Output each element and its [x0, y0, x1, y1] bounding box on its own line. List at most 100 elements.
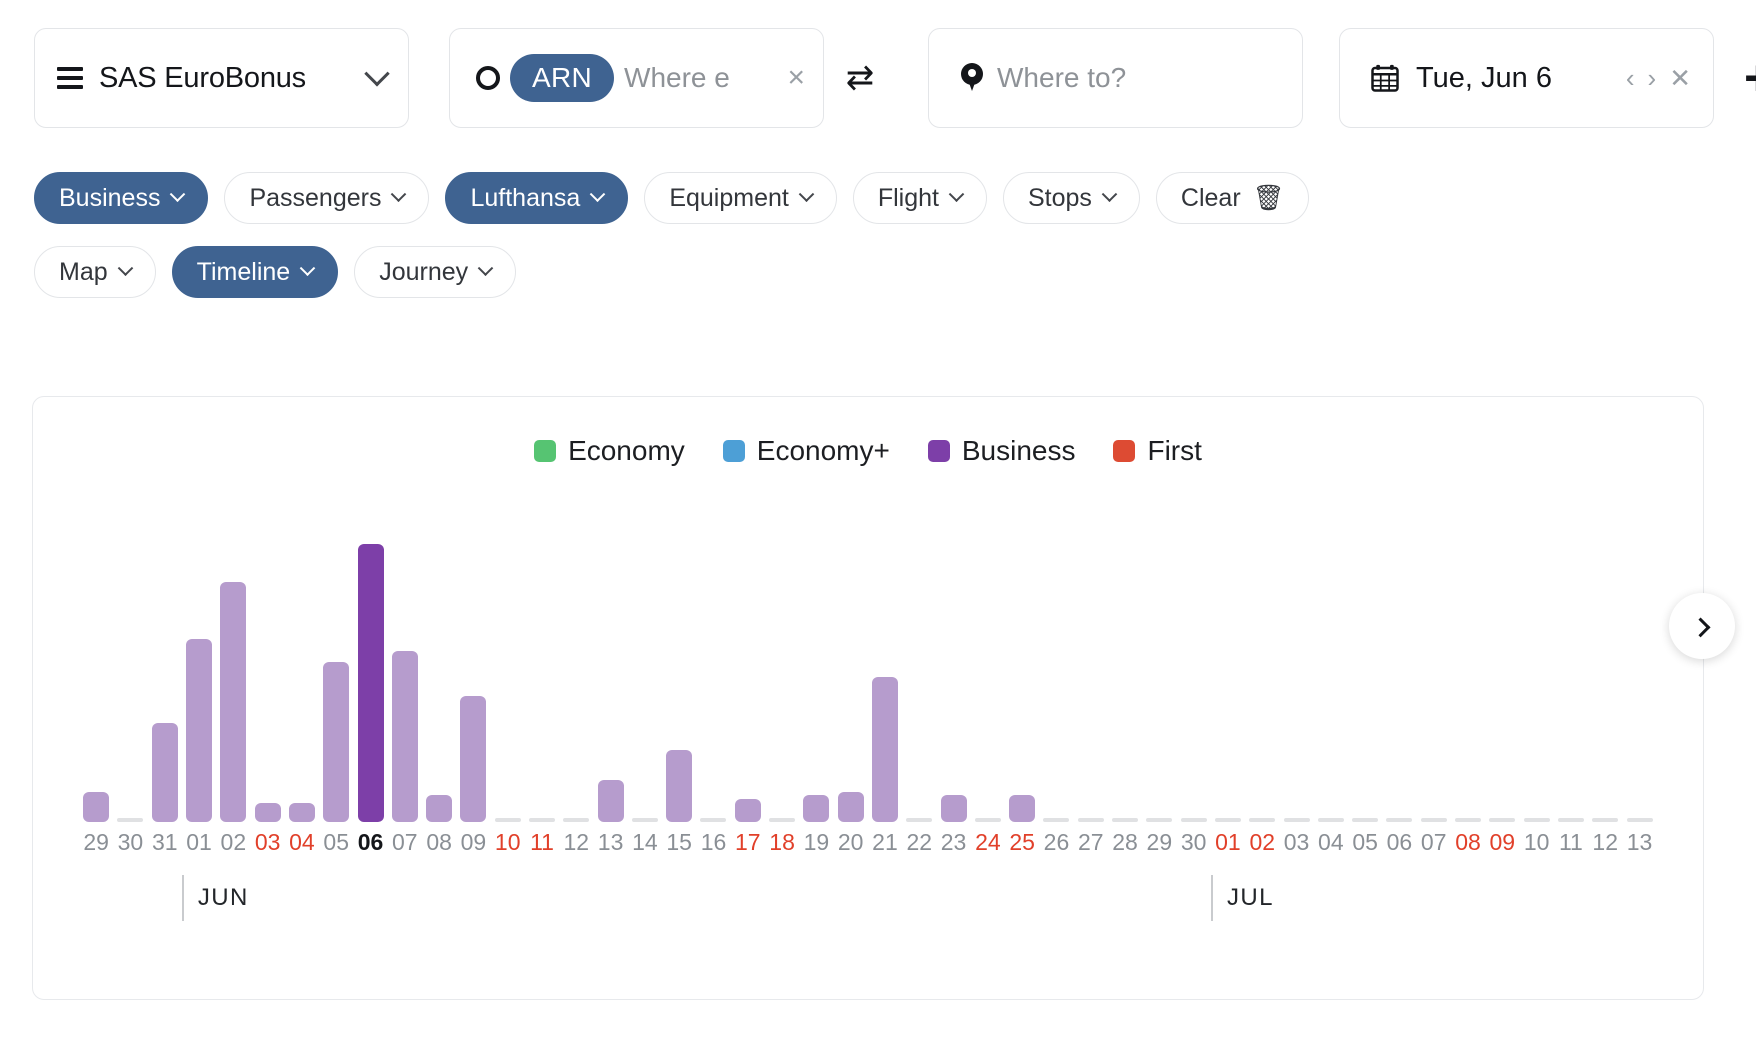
x-axis-tick[interactable]: 10	[491, 829, 525, 856]
bar-slot[interactable]	[1211, 527, 1245, 822]
bar-slot[interactable]	[1142, 527, 1176, 822]
bar-slot[interactable]	[1588, 527, 1622, 822]
date-prev-icon[interactable]: ‹	[1626, 65, 1635, 91]
x-axis-tick[interactable]: 18	[765, 829, 799, 856]
bar[interactable]	[597, 780, 624, 822]
bar[interactable]	[1146, 818, 1173, 822]
x-axis-tick[interactable]: 29	[1142, 829, 1176, 856]
swap-icon[interactable]: ⇄	[828, 61, 892, 95]
bar-slot[interactable]	[456, 527, 490, 822]
bar-slot[interactable]	[285, 527, 319, 822]
bar[interactable]	[1352, 818, 1379, 822]
bar-slot[interactable]	[1074, 527, 1108, 822]
date-clear-icon[interactable]: ✕	[1669, 65, 1691, 91]
bar[interactable]	[803, 795, 830, 822]
x-axis-tick[interactable]: 12	[559, 829, 593, 856]
x-axis-tick[interactable]: 21	[868, 829, 902, 856]
x-axis-tick[interactable]: 26	[1039, 829, 1073, 856]
x-axis-tick[interactable]: 03	[250, 829, 284, 856]
bar-slot[interactable]	[353, 527, 387, 822]
filter-chip-stops[interactable]: Stops	[1002, 172, 1140, 224]
x-axis-tick[interactable]: 12	[1588, 829, 1622, 856]
bar[interactable]	[391, 651, 418, 822]
trash-icon[interactable]: 🗑	[1253, 185, 1285, 211]
bar-slot[interactable]	[1451, 527, 1485, 822]
bar[interactable]	[1557, 818, 1584, 822]
filter-chip-clear[interactable]: Clear 🗑	[1155, 172, 1310, 224]
bar-slot[interactable]	[1039, 527, 1073, 822]
bar[interactable]	[1455, 818, 1482, 822]
bar-slot[interactable]	[902, 527, 936, 822]
x-axis-tick[interactable]: 25	[1005, 829, 1039, 856]
x-axis-tick[interactable]: 09	[1485, 829, 1519, 856]
x-axis-tick[interactable]: 07	[388, 829, 422, 856]
x-axis-tick[interactable]: 01	[182, 829, 216, 856]
bar[interactable]	[940, 795, 967, 822]
x-axis-tick[interactable]: 13	[1622, 829, 1656, 856]
bar-slot[interactable]	[1519, 527, 1553, 822]
bar-slot[interactable]	[593, 527, 627, 822]
x-axis-tick[interactable]: 19	[799, 829, 833, 856]
x-axis-tick[interactable]: 20	[834, 829, 868, 856]
x-axis-tick[interactable]: 02	[216, 829, 250, 856]
bar[interactable]	[1317, 818, 1344, 822]
bar[interactable]	[1214, 818, 1241, 822]
bar-slot[interactable]	[1245, 527, 1279, 822]
bar[interactable]	[288, 803, 315, 822]
x-axis-tick[interactable]: 05	[1348, 829, 1382, 856]
x-axis-tick[interactable]: 22	[902, 829, 936, 856]
filter-chip-flight[interactable]: Flight	[852, 172, 987, 224]
bar[interactable]	[1283, 818, 1310, 822]
next-page-button[interactable]	[1669, 593, 1735, 659]
bar[interactable]	[769, 818, 796, 822]
bar-slot[interactable]	[799, 527, 833, 822]
x-axis-tick[interactable]: 11	[525, 829, 559, 856]
bar-slot[interactable]	[662, 527, 696, 822]
bar-slot[interactable]	[148, 527, 182, 822]
bar-slot[interactable]	[216, 527, 250, 822]
bar[interactable]	[151, 723, 178, 822]
x-axis-tick[interactable]: 01	[1211, 829, 1245, 856]
bar[interactable]	[666, 750, 693, 822]
bar-slot[interactable]	[1622, 527, 1656, 822]
bar-slot[interactable]	[491, 527, 525, 822]
bar[interactable]	[1249, 818, 1276, 822]
filter-chip-passengers[interactable]: Passengers	[224, 172, 430, 224]
add-segment-button[interactable]: +	[1744, 53, 1756, 103]
x-axis-tick[interactable]: 17	[731, 829, 765, 856]
bar-slot[interactable]	[936, 527, 970, 822]
x-axis-tick[interactable]: 05	[319, 829, 353, 856]
filter-chip-journey[interactable]: Journey	[354, 246, 517, 298]
x-axis-tick[interactable]: 07	[1417, 829, 1451, 856]
bar[interactable]	[1009, 795, 1036, 822]
bar[interactable]	[186, 639, 213, 822]
x-axis-tick[interactable]: 11	[1554, 829, 1588, 856]
x-axis-tick[interactable]: 08	[422, 829, 456, 856]
chevron-down-icon[interactable]	[364, 61, 390, 87]
x-axis-tick[interactable]: 24	[971, 829, 1005, 856]
bar[interactable]	[700, 818, 727, 822]
bar[interactable]	[117, 818, 144, 822]
bar-slot[interactable]	[559, 527, 593, 822]
bar-slot[interactable]	[1177, 527, 1211, 822]
bar-slot[interactable]	[971, 527, 1005, 822]
bar-slot[interactable]	[1417, 527, 1451, 822]
x-axis-tick[interactable]: 31	[148, 829, 182, 856]
bar[interactable]	[1420, 818, 1447, 822]
legend-item-business[interactable]: Business	[927, 435, 1075, 467]
bar-slot[interactable]	[696, 527, 730, 822]
bar[interactable]	[871, 677, 898, 822]
bar-slot[interactable]	[1314, 527, 1348, 822]
bar[interactable]	[1386, 818, 1413, 822]
x-axis-tick[interactable]: 06	[1382, 829, 1416, 856]
x-axis-tick[interactable]: 29	[79, 829, 113, 856]
bar[interactable]	[631, 818, 658, 822]
bar-slot[interactable]	[1382, 527, 1416, 822]
x-axis-tick[interactable]: 10	[1519, 829, 1553, 856]
bar[interactable]	[83, 792, 110, 822]
filter-chip-business[interactable]: Business	[34, 172, 209, 224]
bar-slot[interactable]	[834, 527, 868, 822]
bar-slot[interactable]	[182, 527, 216, 822]
bar-slot[interactable]	[1279, 527, 1313, 822]
bar[interactable]	[1180, 818, 1207, 822]
